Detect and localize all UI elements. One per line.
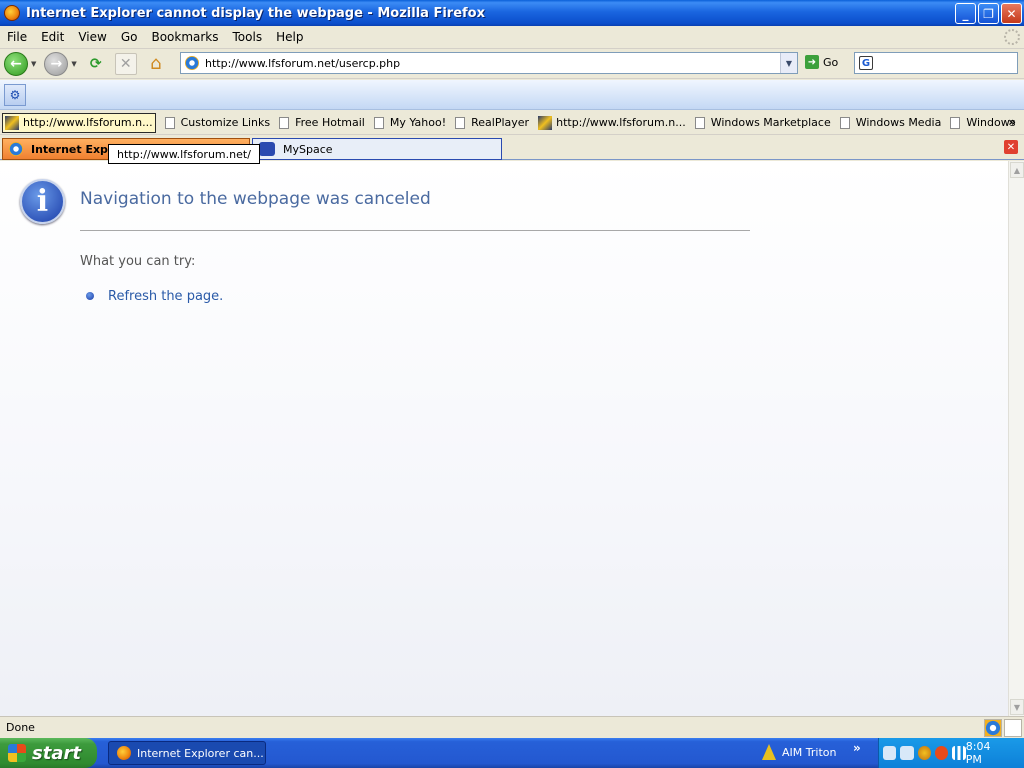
refresh-link[interactable]: Refresh the page.	[108, 289, 223, 304]
bullet-icon	[86, 292, 94, 300]
url-bar[interactable]: ▼	[180, 52, 798, 74]
back-button[interactable]: ←	[4, 51, 28, 76]
ie-tab-icon	[9, 142, 23, 156]
bookmark-free-hotmail[interactable]: Free Hotmail	[279, 116, 365, 129]
bookmark-windows-media[interactable]: Windows Media	[839, 116, 941, 129]
menu-go[interactable]: Go	[114, 30, 145, 44]
vertical-scrollbar[interactable]: ▲ ▼	[1008, 161, 1024, 716]
reload-button[interactable]: ⟳	[85, 53, 107, 75]
menu-bar: File Edit View Go Bookmarks Tools Help	[0, 26, 1024, 49]
window-controls: _ ❐ ✕	[955, 3, 1022, 24]
globe-icon[interactable]	[917, 746, 932, 760]
lfsforum-icon	[538, 115, 553, 130]
scroll-up-icon[interactable]: ▲	[1010, 162, 1024, 178]
forward-button[interactable]: →	[44, 51, 69, 76]
search-input[interactable]	[877, 57, 1017, 69]
lfsforum-icon	[5, 115, 19, 130]
status-text: Done	[6, 721, 35, 734]
page-content: i Navigation to the webpage was canceled…	[0, 161, 1008, 716]
divider	[80, 230, 750, 231]
bookmark-realplayer[interactable]: RealPlayer	[455, 116, 529, 129]
close-tab-icon[interactable]: ✕	[1004, 140, 1018, 154]
page-icon	[455, 116, 466, 129]
firefox-icon	[117, 746, 131, 760]
system-tray: 8:04 PM	[878, 738, 1024, 768]
extension-toolbar: ⚙	[0, 80, 1024, 110]
ie-tab-status-icon[interactable]	[984, 719, 1002, 737]
page-status-icon[interactable]	[1004, 719, 1022, 737]
bookmarks-overflow-chevron-icon[interactable]: »	[1008, 115, 1016, 129]
tab-myspace[interactable]: MySpace	[252, 138, 502, 160]
bookmark-lfsforum-2[interactable]: http://www.lfsforum.n...	[538, 115, 686, 130]
menu-tools[interactable]: Tools	[226, 30, 270, 44]
scroll-down-icon[interactable]: ▼	[1010, 699, 1024, 715]
title-bar: Internet Explorer cannot display the web…	[0, 0, 1024, 26]
page-title: Navigation to the webpage was canceled	[80, 189, 431, 209]
menu-edit[interactable]: Edit	[34, 30, 71, 44]
page-icon	[950, 116, 961, 129]
site-icon	[185, 56, 199, 70]
bookmark-my-yahoo[interactable]: My Yahoo!	[373, 116, 446, 129]
info-icon: i	[20, 179, 65, 224]
home-button[interactable]: ⌂	[145, 53, 167, 75]
window-title: Internet Explorer cannot display the web…	[26, 5, 485, 21]
minimize-button[interactable]: _	[955, 3, 976, 24]
go-arrow-icon: ➜	[805, 55, 819, 69]
status-bar: Done	[0, 716, 1024, 738]
try-label: What you can try:	[80, 254, 196, 269]
go-button[interactable]: ➜ Go	[805, 55, 838, 69]
page-icon	[164, 116, 175, 129]
bookmark-windows-marketplace[interactable]: Windows Marketplace	[694, 116, 831, 129]
bookmarks-toolbar: http://www.lfsforum.n... Customize Links…	[0, 111, 1024, 135]
taskbar-firefox-window[interactable]: Internet Explorer can...	[108, 741, 266, 765]
close-button[interactable]: ✕	[1001, 3, 1022, 24]
tray-expand-icon[interactable]: »	[853, 741, 861, 755]
myspace-icon	[259, 142, 275, 156]
windows-flag-icon	[8, 744, 26, 762]
forward-dropdown-icon[interactable]: ▼	[71, 60, 76, 68]
clock: 8:04 PM	[965, 740, 991, 766]
aim-icon	[762, 744, 776, 760]
bookmark-lfsforum-1[interactable]: http://www.lfsforum.n...	[2, 112, 156, 133]
google-icon[interactable]: G	[859, 56, 873, 70]
tooltip: http://www.lfsforum.net/	[108, 144, 260, 164]
tab-label: Internet Explo	[31, 142, 120, 156]
aim-triton-item[interactable]: AIM Triton	[762, 744, 836, 760]
page-icon	[373, 116, 384, 129]
tab-label: MySpace	[283, 142, 333, 156]
search-box[interactable]: G	[854, 52, 1018, 74]
stop-button[interactable]: ✕	[114, 52, 137, 75]
menu-bookmarks[interactable]: Bookmarks	[144, 30, 225, 44]
taskbar: start Internet Explorer can... AIM Trito…	[0, 738, 1024, 768]
page-icon	[839, 116, 850, 129]
page-icon	[694, 116, 705, 129]
back-dropdown-icon[interactable]: ▼	[31, 60, 36, 68]
menu-file[interactable]: File	[0, 30, 34, 44]
go-label: Go	[823, 55, 839, 69]
bookmark-windows[interactable]: Windows	[950, 116, 1015, 129]
network-icon[interactable]	[900, 746, 914, 760]
url-dropdown-icon[interactable]: ▼	[780, 53, 797, 73]
menu-view[interactable]: View	[71, 30, 113, 44]
bookmark-customize-links[interactable]: Customize Links	[164, 116, 270, 129]
maximize-button[interactable]: ❐	[978, 3, 999, 24]
menu-help[interactable]: Help	[269, 30, 310, 44]
status-icons	[984, 719, 1022, 737]
signal-icon[interactable]	[952, 746, 966, 760]
page-icon	[279, 116, 290, 129]
navigation-toolbar: ← ▼ → ▼ ⟳ ✕ ⌂ ▼ ➜ Go G	[0, 49, 1024, 79]
tray-arrow-icon[interactable]	[883, 746, 897, 760]
throbber-icon	[1004, 29, 1020, 45]
security-shield-icon[interactable]	[935, 746, 949, 760]
extension-icon[interactable]: ⚙	[4, 84, 26, 106]
firefox-icon	[4, 5, 20, 21]
url-input[interactable]	[205, 56, 775, 70]
start-button[interactable]: start	[0, 738, 97, 768]
